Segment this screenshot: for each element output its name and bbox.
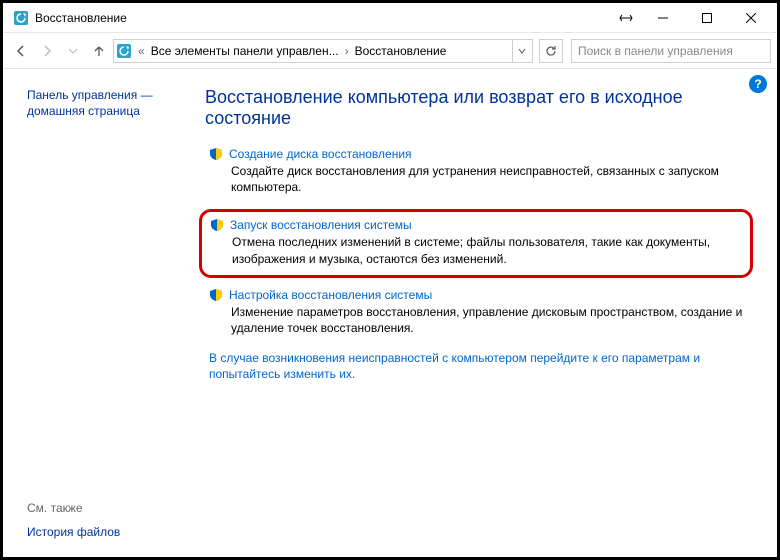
close-button[interactable] [729, 4, 773, 32]
search-box[interactable] [571, 39, 771, 63]
shield-icon [210, 218, 224, 232]
recovery-item: Настройка восстановления системы Изменен… [205, 288, 753, 336]
main-panel: Восстановление компьютера или возврат ег… [193, 69, 777, 557]
help-button[interactable]: ? [749, 75, 767, 93]
chevron-right-icon[interactable]: › [343, 44, 351, 58]
see-also-label: См. также [27, 501, 183, 515]
create-recovery-drive-link[interactable]: Создание диска восстановления [229, 147, 412, 161]
control-panel-home-link[interactable]: Панель управления — домашняя страница [27, 87, 183, 119]
recovery-item: Запуск восстановления системы Отмена пос… [206, 218, 742, 266]
recovery-item: Создание диска восстановления Создайте д… [205, 147, 753, 195]
pc-settings-link[interactable]: В случае возникновения неисправностей с … [209, 350, 753, 382]
address-box[interactable]: « Все элементы панели управлен... › Восс… [113, 39, 533, 63]
open-system-restore-link[interactable]: Запуск восстановления системы [230, 218, 412, 232]
overflow-chevron-icon[interactable]: « [136, 44, 147, 58]
breadcrumb-segment[interactable]: Все элементы панели управлен... [151, 44, 339, 58]
app-icon [13, 10, 29, 26]
window: Восстановление [0, 0, 780, 560]
drag-icon [611, 4, 641, 32]
breadcrumb-segment[interactable]: Восстановление [355, 44, 447, 58]
refresh-button[interactable] [539, 39, 563, 63]
file-history-link[interactable]: История файлов [27, 525, 183, 539]
content-area: ? Панель управления — домашняя страница … [3, 69, 777, 557]
minimize-button[interactable] [641, 4, 685, 32]
maximize-button[interactable] [685, 4, 729, 32]
page-heading: Восстановление компьютера или возврат ег… [205, 87, 753, 129]
configure-system-restore-link[interactable]: Настройка восстановления системы [229, 288, 432, 302]
search-input[interactable] [576, 43, 766, 59]
address-bar: « Все элементы панели управлен... › Восс… [3, 33, 777, 69]
item-desc: Отмена последних изменений в системе; фа… [210, 234, 742, 266]
titlebar: Восстановление [3, 3, 777, 33]
recent-dropdown-button[interactable] [61, 39, 85, 63]
address-dropdown-button[interactable] [512, 40, 530, 62]
forward-button[interactable] [35, 39, 59, 63]
highlighted-region: Запуск восстановления системы Отмена пос… [199, 209, 753, 277]
sidebar: Панель управления — домашняя страница См… [3, 69, 193, 557]
item-desc: Создайте диск восстановления для устране… [209, 163, 753, 195]
item-desc: Изменение параметров восстановления, упр… [209, 304, 753, 336]
shield-icon [209, 147, 223, 161]
shield-icon [209, 288, 223, 302]
up-button[interactable] [87, 39, 111, 63]
window-title: Восстановление [35, 11, 127, 25]
back-button[interactable] [9, 39, 33, 63]
location-icon [116, 43, 132, 59]
